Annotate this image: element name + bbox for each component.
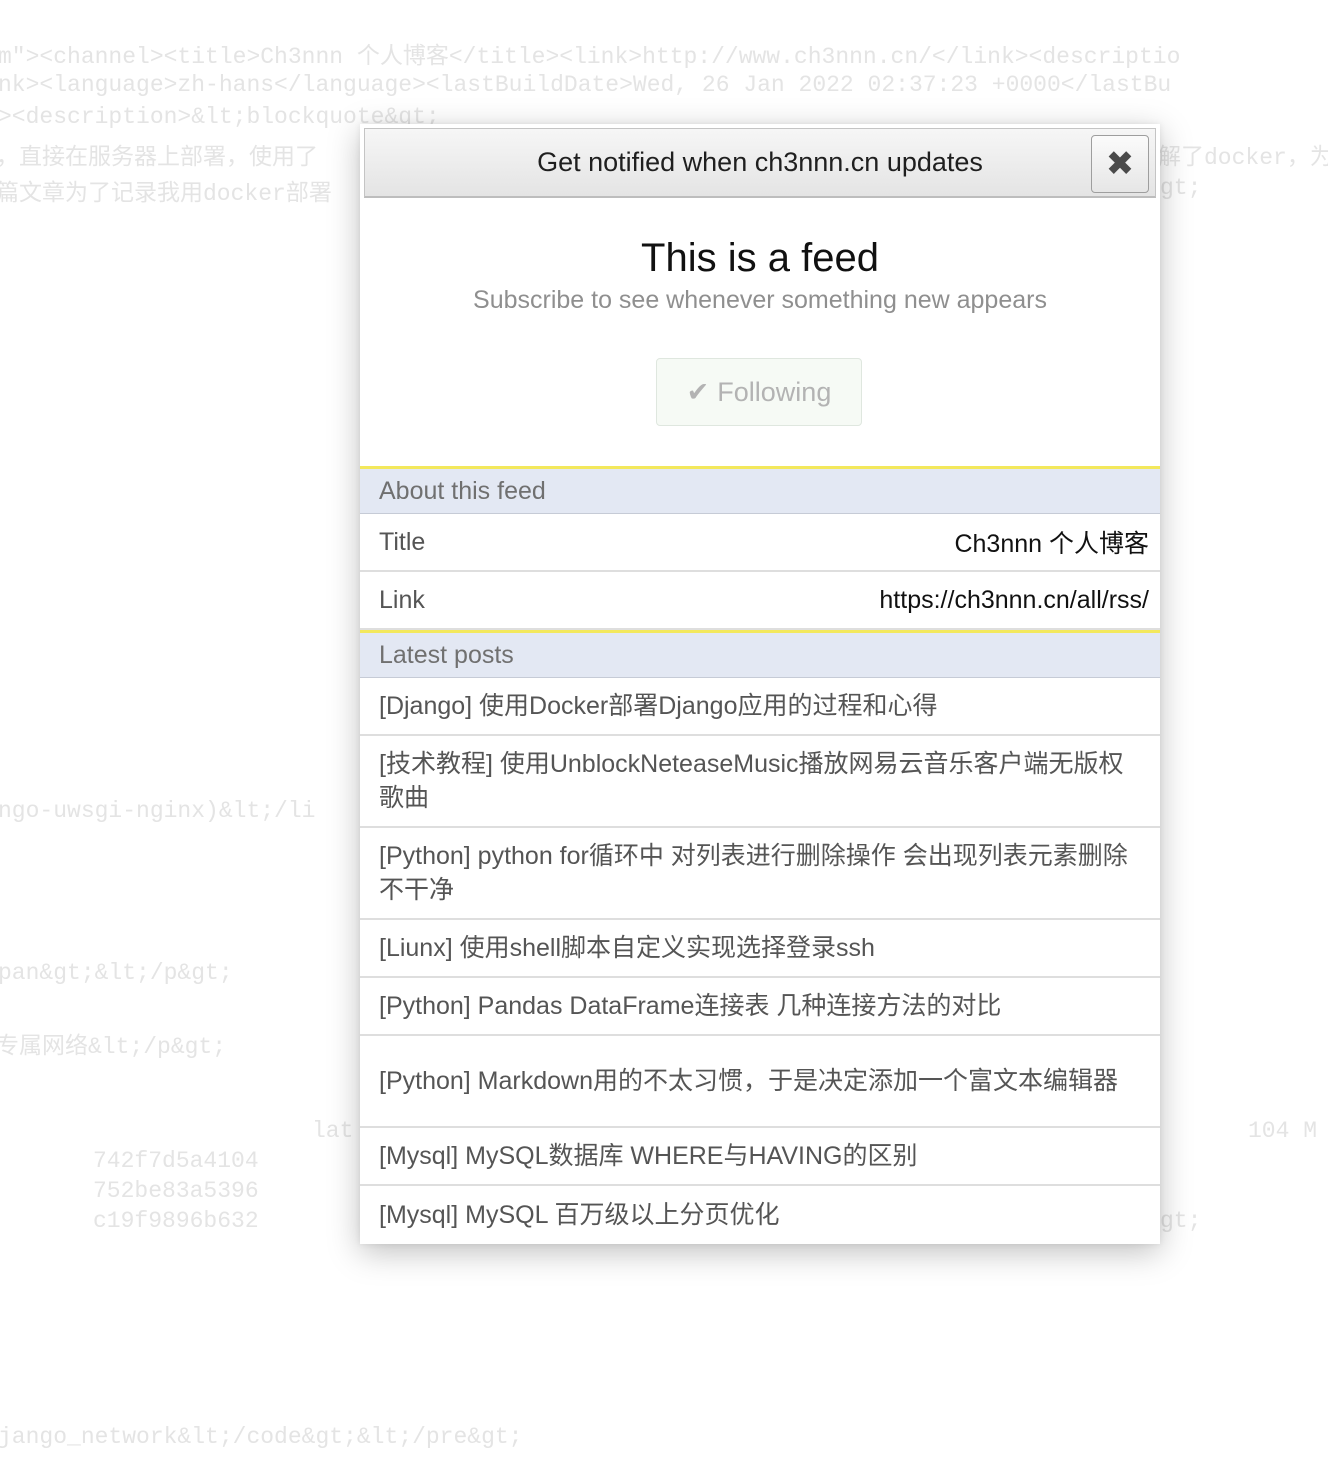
- feed-link-row: Link https://ch3nnn.cn/all/rss/: [360, 572, 1160, 630]
- post-item[interactable]: [Python] Pandas DataFrame连接表 几种连接方法的对比: [360, 978, 1160, 1036]
- background-text-line: gt;: [1160, 1208, 1202, 1234]
- post-item[interactable]: [Liunx] 使用shell脚本自定义实现选择登录ssh: [360, 920, 1160, 978]
- post-title: [Mysql] MySQL 百万级以上分页优化: [379, 1201, 780, 1229]
- following-button[interactable]: ✔ Following: [656, 358, 862, 426]
- background-text-line: nk><language>zh-hans</language><lastBuil…: [0, 72, 1172, 98]
- feed-link[interactable]: https://ch3nnn.cn/all/rss/: [879, 586, 1149, 615]
- post-title: [技术教程] 使用UnblockNeteaseMusic播放网易云音乐客户端无版…: [379, 750, 1124, 812]
- post-title: [Django] 使用Docker部署Django应用的过程和心得: [379, 692, 938, 720]
- feed-link-label: Link: [379, 585, 425, 614]
- section-title: Latest posts: [379, 640, 514, 669]
- background-text-line: ，直接在服务器上部署，使用了: [0, 145, 318, 171]
- feed-subscribe-dialog: Get notified when ch3nnn.cn updates ✖ Th…: [360, 124, 1160, 1244]
- background-text-line: 专属网络&lt;/p&gt;: [0, 1034, 227, 1060]
- background-text-line: 篇文章为了记录我用docker部署: [0, 181, 332, 207]
- background-text-line: 752be83a5396: [93, 1178, 259, 1204]
- post-title: [Python] Markdown用的不太习惯，于是决定添加一个富文本编辑器: [379, 1067, 1118, 1095]
- background-text-line: ngo-uwsgi-nginx)&lt;/li: [0, 798, 316, 824]
- background-text-line: m"><channel><title>Ch3nnn 个人博客</title><l…: [0, 44, 1181, 70]
- post-title: [Python] python for循环中 对列表进行删除操作 会出现列表元素…: [379, 842, 1128, 904]
- feed-title-value: Ch3nnn 个人博客: [954, 530, 1149, 558]
- post-title: [Mysql] MySQL数据库 WHERE与HAVING的区别: [379, 1142, 918, 1170]
- background-text-line: jango_network&lt;/code&gt;&lt;/pre&gt;: [0, 1424, 523, 1450]
- section-title: About this feed: [379, 476, 546, 505]
- feed-title-row: Title Ch3nnn 个人博客: [360, 514, 1160, 572]
- feed-subheading: Subscribe to see whenever something new …: [473, 286, 1047, 314]
- close-icon: ✖: [1105, 145, 1135, 183]
- post-item[interactable]: [Mysql] MySQL 百万级以上分页优化: [360, 1186, 1160, 1244]
- background-text-line: 解了docker，为: [1158, 145, 1328, 171]
- background-text-line: pan&gt;&lt;/p&gt;: [0, 960, 233, 986]
- feed-title-label: Title: [379, 527, 426, 556]
- section-header-about: About this feed: [360, 466, 1160, 514]
- close-button[interactable]: ✖: [1091, 135, 1149, 193]
- background-text-line: lat: [312, 1118, 354, 1144]
- background-text-line: 104 M: [1248, 1118, 1318, 1144]
- feed-heading: This is a feed: [641, 236, 879, 280]
- following-button-label: Following: [717, 376, 832, 407]
- post-item[interactable]: [Django] 使用Docker部署Django应用的过程和心得: [360, 678, 1160, 736]
- dialog-header: Get notified when ch3nnn.cn updates ✖: [364, 128, 1156, 198]
- post-item[interactable]: [Mysql] MySQL数据库 WHERE与HAVING的区别: [360, 1128, 1160, 1186]
- background-text-line: c19f9896b632: [93, 1208, 259, 1234]
- post-title: [Python] Pandas DataFrame连接表 几种连接方法的对比: [379, 992, 1002, 1020]
- checkmark-icon: ✔: [686, 376, 710, 407]
- section-header-latest-posts: Latest posts: [360, 630, 1160, 678]
- dialog-title: Get notified when ch3nnn.cn updates: [537, 147, 983, 177]
- background-text-line: 742f7d5a4104: [93, 1148, 259, 1174]
- post-item[interactable]: [技术教程] 使用UnblockNeteaseMusic播放网易云音乐客户端无版…: [360, 736, 1160, 828]
- background-text-line: gt;: [1160, 175, 1202, 201]
- post-title: [Liunx] 使用shell脚本自定义实现选择登录ssh: [379, 934, 875, 962]
- post-item[interactable]: [Python] python for循环中 对列表进行删除操作 会出现列表元素…: [360, 828, 1160, 920]
- post-item[interactable]: [Python] Markdown用的不太习惯，于是决定添加一个富文本编辑器: [360, 1036, 1160, 1128]
